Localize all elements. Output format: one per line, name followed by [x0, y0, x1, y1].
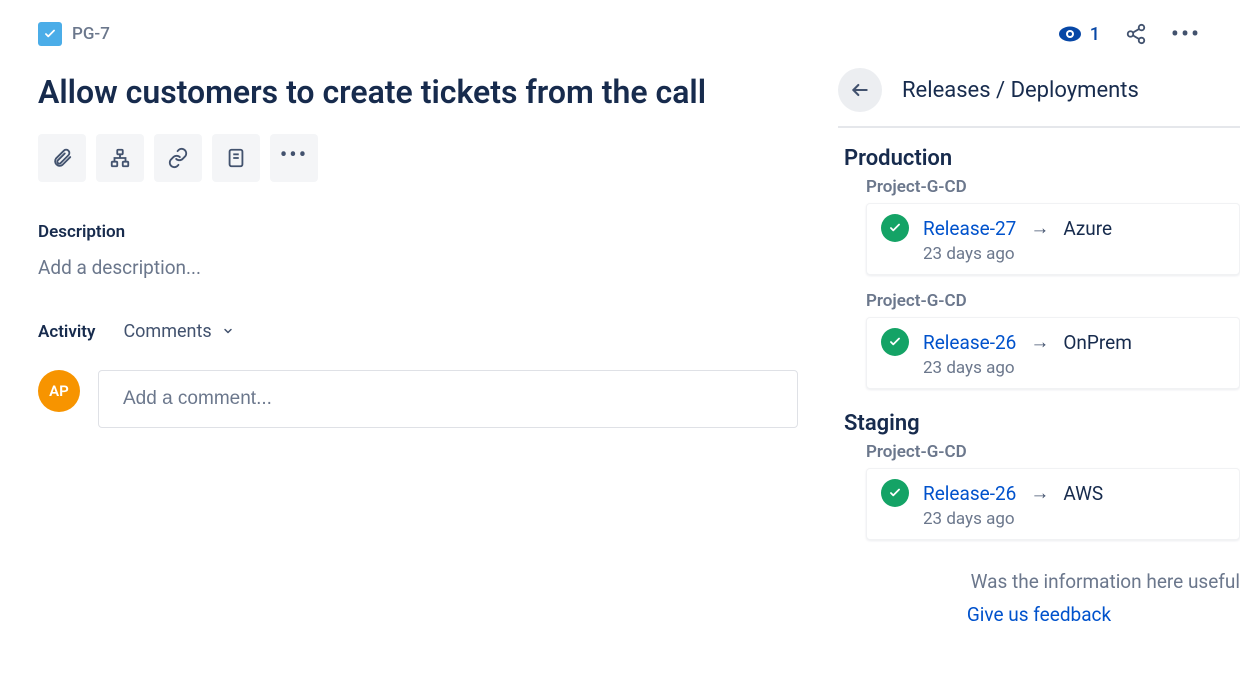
description-label: Description [38, 222, 798, 242]
issue-title[interactable]: Allow customers to create tickets from t… [38, 72, 738, 112]
watch-count: 1 [1090, 24, 1100, 45]
release-link[interactable]: Release-26 [923, 331, 1016, 354]
more-actions-button[interactable]: ••• [1172, 20, 1200, 48]
environment-block: Staging Project-G-CD Release-26 → AWS 23… [838, 411, 1240, 540]
toolbar-more-button[interactable]: ••• [270, 134, 318, 182]
project-label: Project-G-CD [838, 177, 1240, 197]
arrow-right-icon: → [1030, 481, 1049, 505]
chevron-down-icon [222, 321, 234, 342]
release-timestamp: 23 days ago [881, 358, 1225, 378]
watchers[interactable]: 1 [1058, 22, 1100, 46]
link-button[interactable] [154, 134, 202, 182]
panel-title: Releases / Deployments [902, 78, 1139, 103]
project-label: Project-G-CD [838, 442, 1240, 462]
user-avatar[interactable]: AP [38, 370, 80, 412]
watch-icon [1058, 22, 1082, 46]
activity-filter[interactable]: Comments [123, 321, 233, 342]
release-card[interactable]: Release-26 → OnPrem 23 days ago [866, 317, 1240, 389]
status-success-icon [881, 328, 909, 356]
issue-key[interactable]: PG-7 [72, 24, 110, 44]
description-input[interactable]: Add a description... [38, 256, 798, 279]
ellipsis-icon: ••• [1171, 22, 1201, 46]
comment-input[interactable] [98, 370, 798, 428]
arrow-right-icon: → [1030, 216, 1049, 240]
release-timestamp: 23 days ago [881, 244, 1225, 264]
activity-label: Activity [38, 322, 95, 342]
release-timestamp: 23 days ago [881, 509, 1225, 529]
task-type-icon [38, 22, 62, 46]
release-link[interactable]: Release-27 [923, 217, 1016, 240]
status-success-icon [881, 479, 909, 507]
environment-heading: Staging [838, 411, 1240, 436]
arrow-right-icon: → [1030, 330, 1049, 354]
attach-button[interactable] [38, 134, 86, 182]
ellipsis-icon: ••• [280, 150, 308, 167]
release-link[interactable]: Release-26 [923, 482, 1016, 505]
release-target: OnPrem [1063, 331, 1132, 354]
breadcrumb[interactable]: PG-7 [38, 22, 110, 46]
feedback-block: Was the information here useful Give us … [838, 570, 1240, 626]
add-child-button[interactable] [96, 134, 144, 182]
environment-block: Production Project-G-CD Release-27 → Azu… [838, 146, 1240, 389]
release-card[interactable]: Release-27 → Azure 23 days ago [866, 203, 1240, 275]
release-card[interactable]: Release-26 → AWS 23 days ago [866, 468, 1240, 540]
share-button[interactable] [1122, 20, 1150, 48]
release-target: AWS [1063, 482, 1103, 505]
project-label: Project-G-CD [838, 291, 1240, 311]
environment-heading: Production [838, 146, 1240, 171]
status-success-icon [881, 214, 909, 242]
feedback-link[interactable]: Give us feedback [838, 603, 1240, 626]
action-toolbar: ••• [38, 134, 798, 182]
feedback-question: Was the information here useful [838, 570, 1240, 593]
back-button[interactable] [838, 68, 882, 112]
page-button[interactable] [212, 134, 260, 182]
release-target: Azure [1063, 217, 1112, 240]
activity-filter-value: Comments [123, 321, 211, 342]
